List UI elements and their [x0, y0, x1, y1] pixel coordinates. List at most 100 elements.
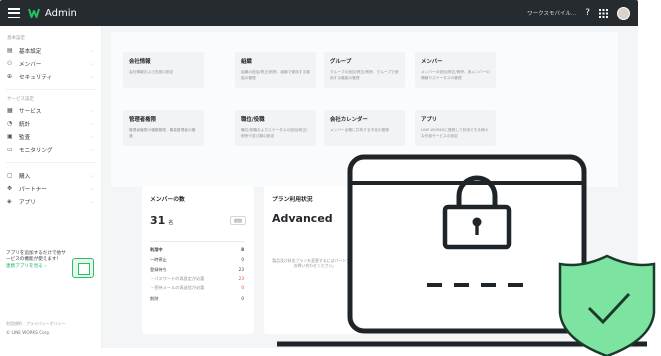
add-member-button[interactable]: 追加: [230, 216, 246, 225]
member-row-value: 0: [241, 285, 244, 290]
sidebar-item-members[interactable]: ⚇ メンバー ⌵: [0, 57, 101, 70]
sidebar-item-monitoring[interactable]: ▭ モニタリング ⌵: [0, 143, 101, 156]
shield-check-icon: [558, 254, 656, 356]
sidebar-item-label: サービス: [19, 108, 42, 115]
tile-admin-rights[interactable]: 管理者権限 管理者権限の種類管理、最高管理者の譲渡: [123, 110, 204, 146]
sidebar-item-audit[interactable]: ▣ 監査 ⌵: [0, 130, 101, 143]
top-bar: Admin ワークスモバイル... ?: [0, 0, 638, 26]
tile-title: メンバー: [421, 59, 443, 65]
tile-desc: LINE WORKSに登録して利用できる様々な外部サービスの設定: [421, 128, 489, 138]
sidebar-item-partner[interactable]: ✥ パートナー ⌵: [0, 182, 101, 195]
member-row-label: 削除: [150, 296, 159, 301]
member-count-unit: 名: [168, 220, 174, 226]
sidebar-item-purchase[interactable]: ▢ 購入 ⌵: [0, 169, 101, 182]
security-laptop-illustration: [277, 154, 656, 356]
member-row-label: ・招待メールの再送信が必要: [150, 285, 205, 290]
member-row-suspended: 一時停止 0: [150, 257, 244, 263]
chevron-down-icon: ⌵: [90, 48, 94, 54]
sidebar-section-basic: 基本設定: [7, 36, 25, 41]
sidebar: 基本設定 ▤ 基本設定 ⌵ ⚇ メンバー ⌵ ⊕ セキュリティ ⌵ サービス設定 ▦ サービス…: [0, 26, 102, 348]
tile-desc: メンバー全員に共有する予定の登録: [330, 128, 389, 132]
member-row-value: 0: [241, 296, 244, 301]
chevron-down-icon: ⌵: [90, 186, 94, 192]
member-count-number: 31: [150, 214, 166, 227]
member-count-value: 31 名: [150, 214, 173, 227]
tile-positions[interactable]: 職位/役職 職位/役職およびステータスの追加/修正/削除や並び順の設定: [235, 110, 316, 146]
sidebar-divider: [6, 162, 95, 163]
tile-title: 会社情報: [129, 59, 151, 65]
tile-desc: グループの追加/修正/削除、グループで使用する機能の管理: [330, 70, 399, 80]
member-row-label: 登録待ち: [150, 267, 167, 272]
tile-title: 管理者権限: [129, 117, 156, 123]
copyright: © LINE WORKS Corp.: [6, 330, 51, 335]
tile-organization[interactable]: 組織 組織の追加/修正/削除、組織で使用する機能の管理: [235, 52, 316, 88]
sidebar-item-apps[interactable]: ◈ アプリ ⌵: [0, 195, 101, 208]
users-icon: ⚇: [7, 60, 13, 67]
building-icon: ▤: [7, 47, 13, 54]
member-row-pending: 登録待ち 23: [150, 267, 244, 273]
sidebar-item-label: アプリ: [19, 199, 36, 206]
tile-title: 職位/役職: [241, 117, 265, 123]
tile-desc: 管理者権限の種類管理、最高管理者の譲渡: [129, 128, 196, 138]
tile-title: 会社カレンダー: [330, 117, 368, 123]
chevron-down-icon: ⌵: [90, 108, 94, 114]
tile-desc: 職位/役職およびステータスの追加/修正/削除や並び順の設定: [241, 128, 308, 138]
chevron-down-icon: ⌵: [90, 173, 94, 179]
sidebar-item-services[interactable]: ▦ サービス ⌵: [0, 104, 101, 117]
sidebar-item-statistics[interactable]: ◔ 統計 ⌵: [0, 117, 101, 130]
tile-title: グループ: [330, 59, 352, 65]
member-count-card: メンバーの数 31 名 追加 利用中 8 一時停止 0 登録待ち 23 ・パスワードの再…: [142, 186, 254, 334]
member-row-invite-resend: ・招待メールの再送信が必要 0: [150, 285, 244, 291]
sidebar-item-label: 統計: [19, 121, 31, 128]
monitor-icon: ▭: [7, 146, 13, 153]
workspace-name[interactable]: ワークスモバイル...: [527, 9, 576, 17]
cart-icon: ▢: [7, 172, 13, 179]
chevron-down-icon: ⌵: [90, 147, 94, 153]
member-row-active: 利用中 8: [150, 247, 244, 253]
app-title: Admin: [45, 7, 77, 19]
line-works-logo: [28, 8, 40, 18]
member-count-divider: [150, 241, 244, 242]
sidebar-item-label: セキュリティ: [19, 74, 53, 81]
tile-desc: メンバーの追加/修正/削除、各メンバーの情報やステータスの管理: [421, 70, 490, 80]
help-icon[interactable]: ?: [585, 8, 590, 18]
sidebar-item-label: 監査: [19, 134, 31, 141]
sidebar-item-label: メンバー: [19, 61, 42, 68]
app-promo-text: アプリを追加するだけで他サービスの機能が使えます！: [6, 251, 66, 262]
sidebar-section-service: サービス設定: [7, 97, 34, 102]
member-count-title: メンバーの数: [150, 197, 185, 203]
apps-grid-icon[interactable]: [599, 8, 608, 18]
tile-title: アプリ: [421, 117, 438, 123]
chevron-down-icon: ⌵: [90, 121, 94, 127]
tile-members[interactable]: メンバー メンバーの追加/修正/削除、各メンバーの情報やステータスの管理: [415, 52, 496, 88]
tile-apps[interactable]: アプリ LINE WORKSに登録して利用できる様々な外部サービスの設定: [415, 110, 496, 146]
avatar[interactable]: [617, 6, 630, 20]
tile-company-calendar[interactable]: 会社カレンダー メンバー全員に共有する予定の登録: [324, 110, 405, 146]
member-row-value: 8: [241, 247, 244, 252]
tile-company-info[interactable]: 会社情報 会社情報および言語の設定: [123, 52, 204, 88]
sidebar-item-label: 購入: [19, 173, 31, 180]
sidebar-item-label: パートナー: [19, 186, 47, 193]
member-row-label: 一時停止: [150, 257, 167, 262]
footer-links[interactable]: 利用規約 · プライバシーポリシー: [6, 321, 66, 327]
grid-icon: ▦: [7, 107, 13, 114]
tile-title: 組織: [241, 59, 252, 65]
sidebar-item-security[interactable]: ⊕ セキュリティ ⌵: [0, 70, 101, 83]
chevron-down-icon: ⌵: [90, 199, 94, 205]
apps-icon: ◈: [7, 198, 12, 205]
member-row-label: ・パスワードの再設定が必要: [150, 276, 205, 281]
tile-desc: 会社情報および言語の設定: [129, 70, 174, 74]
handshake-icon: ✥: [7, 185, 13, 192]
screen-frame: Admin ワークスモバイル... ? 基本設定 ▤ 基本設定 ⌵ ⚇ メンバー ⌵ ⊕…: [0, 0, 661, 356]
chevron-down-icon: ⌵: [90, 74, 94, 80]
audit-icon: ▣: [7, 133, 13, 140]
member-row-deleted: 削除 0: [150, 296, 244, 302]
chevron-down-icon: ⌵: [90, 134, 94, 140]
sidebar-divider: [6, 89, 95, 90]
sidebar-item-basic-settings[interactable]: ▤ 基本設定 ⌵: [0, 44, 101, 57]
tile-group[interactable]: グループ グループの追加/修正/削除、グループで使用する機能の管理: [324, 52, 405, 88]
menu-icon[interactable]: [8, 8, 20, 18]
member-row-password-reset: ・パスワードの再設定が必要 23: [150, 276, 244, 282]
chart-icon: ◔: [7, 120, 13, 127]
sidebar-item-label: 基本設定: [19, 48, 42, 55]
